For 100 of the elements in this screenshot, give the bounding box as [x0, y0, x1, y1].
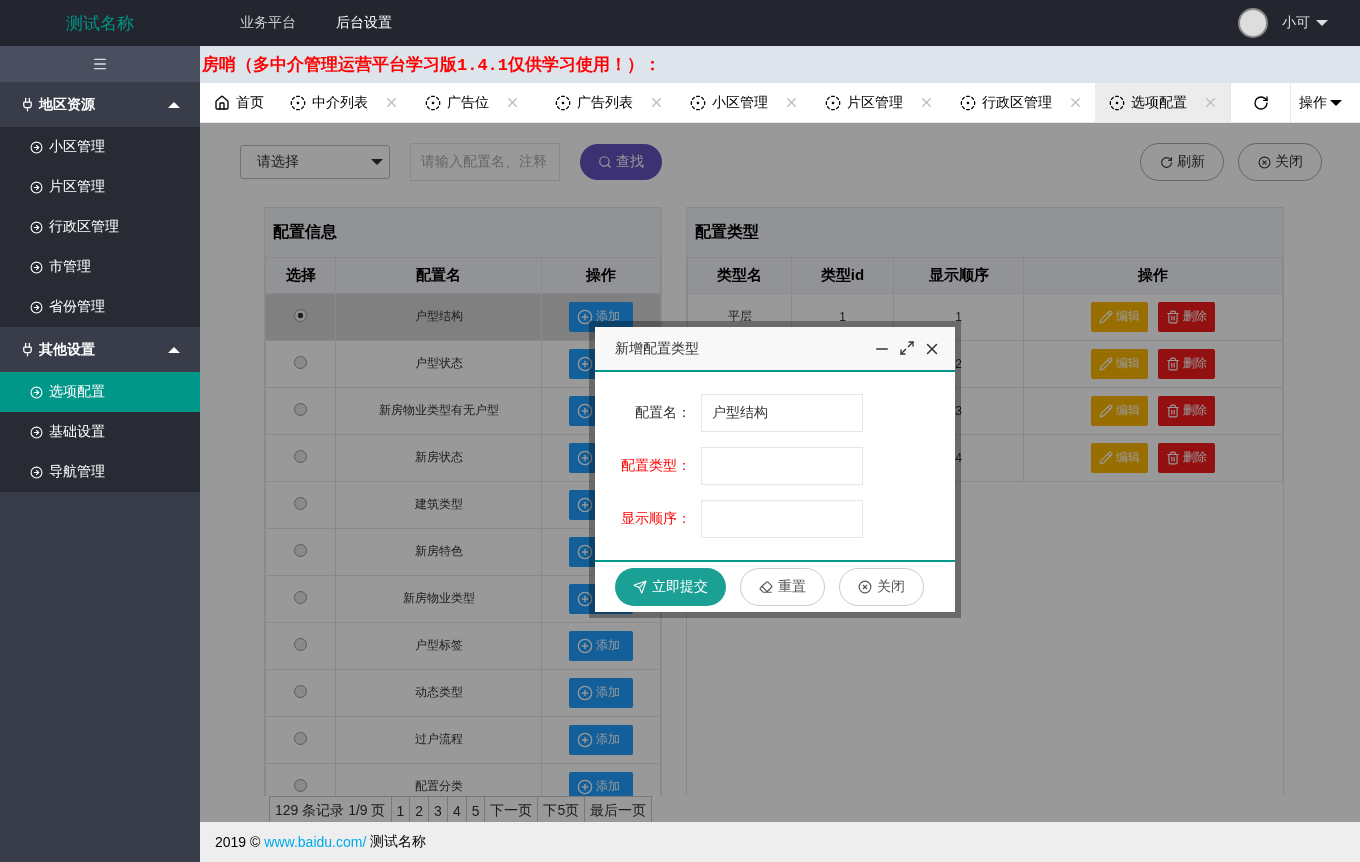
pencil-icon: [1099, 356, 1113, 371]
eraser-icon: [759, 580, 773, 594]
delete-button[interactable]: 删除: [1158, 348, 1215, 379]
sidebar-item[interactable]: 基础设置: [0, 412, 200, 452]
sidebar-item[interactable]: 选项配置: [0, 372, 200, 412]
close-button[interactable]: 关闭: [839, 568, 924, 606]
dotted-circle-icon: [1109, 94, 1125, 111]
radio-button[interactable]: [294, 496, 307, 510]
arrow-circle-icon: [30, 220, 43, 234]
sidebar-item[interactable]: 小区管理: [0, 127, 200, 167]
sidebar-item[interactable]: 行政区管理: [0, 207, 200, 247]
sidebar-item[interactable]: 省份管理: [0, 287, 200, 327]
tab[interactable]: 选项配置: [1095, 83, 1230, 122]
column-header: 操作: [1023, 258, 1283, 293]
actions-menu[interactable]: 操作: [1290, 83, 1350, 122]
menu-icon: [92, 56, 108, 72]
arrow-circle-icon: [30, 300, 43, 314]
field-label: 显示顺序：: [620, 510, 692, 528]
panel-title: 配置类型: [687, 208, 1283, 258]
delete-button[interactable]: 删除: [1158, 395, 1215, 426]
page-link[interactable]: 最后一页: [585, 797, 652, 822]
table-cell: 新房物业类型有无户型: [335, 387, 542, 434]
arrow-circle-icon: [30, 465, 43, 479]
radio-button[interactable]: [294, 731, 307, 745]
refresh-icon: [1252, 94, 1269, 111]
app-logo[interactable]: 测试名称: [0, 11, 200, 35]
dotted-circle-icon: [290, 94, 306, 111]
user-avatar[interactable]: [1238, 8, 1268, 38]
dotted-circle-icon: [825, 94, 841, 111]
reset-button[interactable]: 重置: [740, 568, 825, 606]
sidebar-group[interactable]: 地区资源: [0, 82, 200, 127]
dotted-circle-icon: [425, 94, 441, 111]
pencil-icon: [1099, 309, 1113, 324]
dotted-circle-icon: [690, 94, 706, 111]
arrow-circle-icon: [30, 180, 43, 194]
radio-button[interactable]: [294, 355, 307, 369]
plus-icon: [577, 731, 593, 748]
radio-button[interactable]: [294, 543, 307, 557]
notice-banner: 房哨（多中介管理运营平台学习版1.4.1仅供学习使用！）：: [200, 46, 1360, 83]
sidebar-group[interactable]: 其他设置: [0, 327, 200, 372]
nav-link[interactable]: 后台设置: [336, 14, 392, 32]
radio-button[interactable]: [294, 449, 307, 463]
dotted-circle-icon: [960, 94, 976, 111]
radio-button[interactable]: [294, 590, 307, 604]
close-icon: [1257, 155, 1271, 169]
radio-button[interactable]: [294, 778, 307, 792]
table-cell: 动态类型: [335, 669, 542, 716]
sidebar-item[interactable]: 片区管理: [0, 167, 200, 207]
plug-icon: [20, 97, 35, 112]
radio-button[interactable]: [294, 637, 307, 651]
plus-icon: [577, 778, 593, 795]
trash-icon: [1166, 356, 1180, 371]
refresh-icon: [1159, 155, 1173, 169]
table-cell: 新房状态: [335, 434, 542, 481]
sidebar-item[interactable]: 市管理: [0, 247, 200, 287]
sidebar-item[interactable]: 导航管理: [0, 452, 200, 492]
arrow-circle-icon: [30, 260, 43, 274]
close-icon: [858, 580, 872, 594]
arrow-circle-icon: [30, 425, 43, 439]
select-field[interactable]: 请选择: [240, 145, 390, 179]
input-field[interactable]: [701, 447, 863, 485]
delete-button[interactable]: 删除: [1158, 442, 1215, 473]
field-label: 配置类型：: [620, 457, 692, 475]
copyright-text: 2019 ©: [215, 834, 261, 850]
menu-toggle[interactable]: [0, 46, 200, 82]
table-cell: 过户流程: [335, 716, 542, 763]
column-header: 类型id: [791, 258, 894, 293]
nav-link[interactable]: 业务平台: [240, 14, 296, 32]
table-cell: 新房特色: [335, 528, 542, 575]
column-header: 显示顺序: [893, 258, 1024, 293]
panel-title: 配置信息: [265, 208, 661, 258]
dotted-circle-icon: [555, 94, 571, 111]
home-icon: [214, 94, 230, 111]
input-field[interactable]: [701, 500, 863, 538]
arrow-circle-icon: [30, 140, 43, 154]
caret-icon: [168, 101, 180, 108]
radio-button[interactable]: [294, 402, 307, 416]
input-field[interactable]: 户型结构: [701, 394, 863, 432]
caret-icon: [1316, 20, 1328, 26]
search-icon: [598, 155, 612, 169]
caret-icon: [168, 346, 180, 353]
table-cell: 新房物业类型: [335, 575, 542, 622]
radio-button[interactable]: [294, 308, 307, 322]
plus-icon: [577, 684, 593, 701]
radio-button[interactable]: [294, 684, 307, 698]
user-menu[interactable]: 小可: [1282, 14, 1328, 32]
column-header: 选择: [265, 258, 336, 293]
pencil-icon: [1099, 450, 1113, 465]
submit-button[interactable]: 立即提交: [615, 568, 726, 606]
table-cell: 户型状态: [335, 340, 542, 387]
plug-icon: [20, 342, 35, 357]
caret-icon: [371, 159, 383, 165]
trash-icon: [1166, 403, 1180, 418]
maximize-icon[interactable]: [899, 339, 915, 358]
search-button[interactable]: 查找: [580, 144, 662, 180]
column-header: 操作: [541, 258, 661, 293]
delete-button[interactable]: 删除: [1158, 301, 1215, 332]
plus-icon: [577, 637, 593, 654]
send-icon: [633, 580, 647, 594]
column-header: 配置名: [335, 258, 542, 293]
